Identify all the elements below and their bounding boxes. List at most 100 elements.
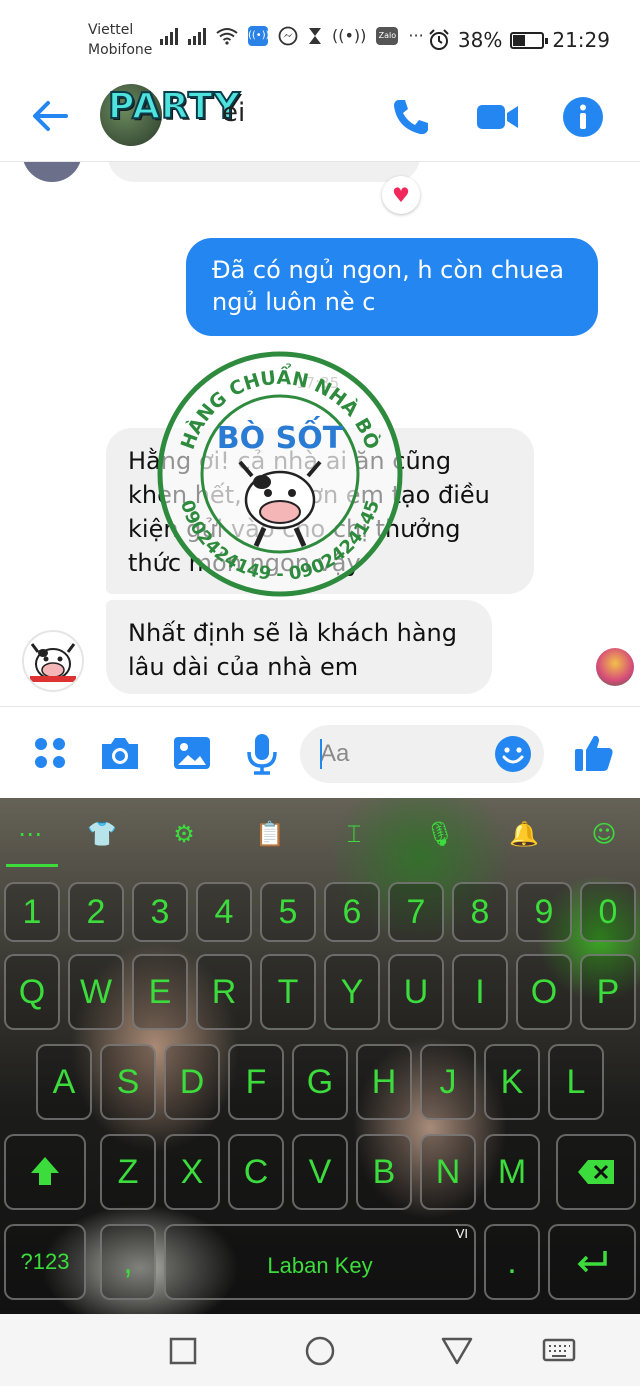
shirt-icon[interactable]: 👕 [84, 816, 120, 852]
heart-reaction-icon[interactable]: ♥ [382, 176, 420, 214]
message-bubble-incoming[interactable]: Hằng ơi! cả nhà ai ăn cũng khen hết, cám… [106, 428, 534, 594]
signal-icon [188, 27, 206, 45]
key-x[interactable]: X [164, 1134, 220, 1210]
alarm-icon [429, 29, 449, 50]
key-9[interactable]: 9 [516, 882, 572, 942]
video-camera-icon[interactable] [474, 94, 520, 140]
shift-key[interactable] [4, 1134, 86, 1210]
keyboard-menu-icon[interactable]: ⋯ [12, 816, 48, 852]
settings-icon[interactable]: ⚙ [166, 816, 202, 852]
key-5[interactable]: 5 [260, 882, 316, 942]
avatar[interactable] [22, 630, 84, 692]
key-f[interactable]: F [228, 1044, 284, 1120]
message-list[interactable]: ♥ Đã có ngủ ngon, h còn chuea ngủ luôn n… [0, 162, 640, 706]
period-key[interactable]: . [484, 1224, 540, 1300]
key-4[interactable]: 4 [196, 882, 252, 942]
enter-key[interactable] [548, 1224, 636, 1300]
key-3[interactable]: 3 [132, 882, 188, 942]
back-arrow-icon[interactable] [28, 94, 72, 138]
thumbs-up-icon[interactable] [572, 731, 616, 775]
key-n[interactable]: N [420, 1134, 476, 1210]
zalo-icon: Zalo [376, 27, 399, 45]
message-input-wrapper [300, 725, 544, 783]
status-bar: Viettel Mobifone ((•)) ((•)) Zalo ··· 38… [0, 0, 640, 72]
battery-percent: 38% [457, 28, 503, 52]
symbols-key[interactable]: ?123 [4, 1224, 86, 1300]
shift-arrow-icon [31, 1157, 59, 1185]
microphone-icon[interactable] [240, 731, 284, 775]
recents-square-icon[interactable] [166, 1334, 200, 1368]
system-navigation-bar [0, 1314, 640, 1386]
key-a[interactable]: A [36, 1044, 92, 1120]
key-t[interactable]: T [260, 954, 316, 1030]
text-caret [320, 739, 322, 769]
phone-icon[interactable] [388, 94, 434, 140]
avatar [22, 162, 82, 182]
keyboard: ⋯ 👕 ⚙ 📋 ⌶ 🎙 🔔 ☺ 1 2 3 4 5 6 7 8 9 0 Q W … [0, 798, 640, 1314]
more-icon: ··· [408, 26, 424, 45]
clipboard-icon[interactable]: 📋 [252, 816, 288, 852]
backspace-icon [578, 1160, 614, 1184]
key-1[interactable]: 1 [4, 882, 60, 942]
key-d[interactable]: D [164, 1044, 220, 1120]
group-title-tail: ei [222, 98, 246, 128]
key-j[interactable]: J [420, 1044, 476, 1120]
key-7[interactable]: 7 [388, 882, 444, 942]
status-icons: ((•)) ((•)) Zalo ··· [160, 26, 424, 46]
message-bubble-outgoing[interactable]: Đã có ngủ ngon, h còn chuea ngủ luôn nè … [186, 238, 598, 336]
home-circle-icon[interactable] [303, 1334, 337, 1368]
camera-icon[interactable] [98, 731, 142, 775]
key-8[interactable]: 8 [452, 882, 508, 942]
key-m[interactable]: M [484, 1134, 540, 1210]
key-y[interactable]: Y [324, 954, 380, 1030]
info-icon[interactable] [560, 94, 606, 140]
keyboard-switch-icon[interactable] [542, 1334, 576, 1368]
read-receipt-avatar [596, 648, 634, 686]
cow-avatar-icon [30, 643, 76, 682]
text-cursor-icon[interactable]: ⌶ [336, 816, 372, 852]
key-0[interactable]: 0 [580, 882, 636, 942]
wifi-icon [216, 28, 238, 45]
key-s[interactable]: S [100, 1044, 156, 1120]
carrier-2: Mobifone [88, 42, 153, 58]
messenger-icon [278, 26, 298, 46]
key-6[interactable]: 6 [324, 882, 380, 942]
notification-icon[interactable]: 🔔 [506, 816, 542, 852]
key-2[interactable]: 2 [68, 882, 124, 942]
backspace-key[interactable] [556, 1134, 636, 1210]
key-o[interactable]: O [516, 954, 572, 1030]
key-z[interactable]: Z [100, 1134, 156, 1210]
key-u[interactable]: U [388, 954, 444, 1030]
keyboard-toolbar: ⋯ 👕 ⚙ 📋 ⌶ 🎙 🔔 ☺ [0, 798, 640, 870]
wifi-calling-icon: ((•)) [248, 26, 270, 46]
key-r[interactable]: R [196, 954, 252, 1030]
key-k[interactable]: K [484, 1044, 540, 1120]
menu-dots-icon[interactable] [28, 731, 72, 775]
key-c[interactable]: C [228, 1134, 284, 1210]
key-p[interactable]: P [580, 954, 636, 1030]
key-h[interactable]: H [356, 1044, 412, 1120]
signal-icon [160, 27, 178, 45]
key-v[interactable]: V [292, 1134, 348, 1210]
voice-icon[interactable]: 🎙 [422, 816, 458, 852]
message-bubble-previous[interactable] [108, 162, 420, 182]
back-triangle-icon[interactable] [440, 1334, 474, 1368]
key-q[interactable]: Q [4, 954, 60, 1030]
key-b[interactable]: B [356, 1134, 412, 1210]
battery-icon [510, 31, 549, 49]
key-e[interactable]: E [132, 954, 188, 1030]
message-bubble-incoming[interactable]: Nhất định sẽ là khách hàng lâu dài của n… [106, 600, 492, 694]
key-w[interactable]: W [68, 954, 124, 1030]
key-g[interactable]: G [292, 1044, 348, 1120]
space-key[interactable]: Laban Key VI [164, 1224, 476, 1300]
emoji-icon[interactable] [494, 735, 532, 773]
message-timestamp: 17:35 [296, 374, 340, 392]
message-input[interactable] [320, 737, 480, 771]
key-i[interactable]: I [452, 954, 508, 1030]
message-composer [0, 706, 640, 798]
clock: 21:29 [552, 28, 610, 52]
gallery-icon[interactable] [170, 731, 214, 775]
key-l[interactable]: L [548, 1044, 604, 1120]
comma-key[interactable]: , [100, 1224, 156, 1300]
emoji-icon[interactable]: ☺ [586, 816, 622, 852]
